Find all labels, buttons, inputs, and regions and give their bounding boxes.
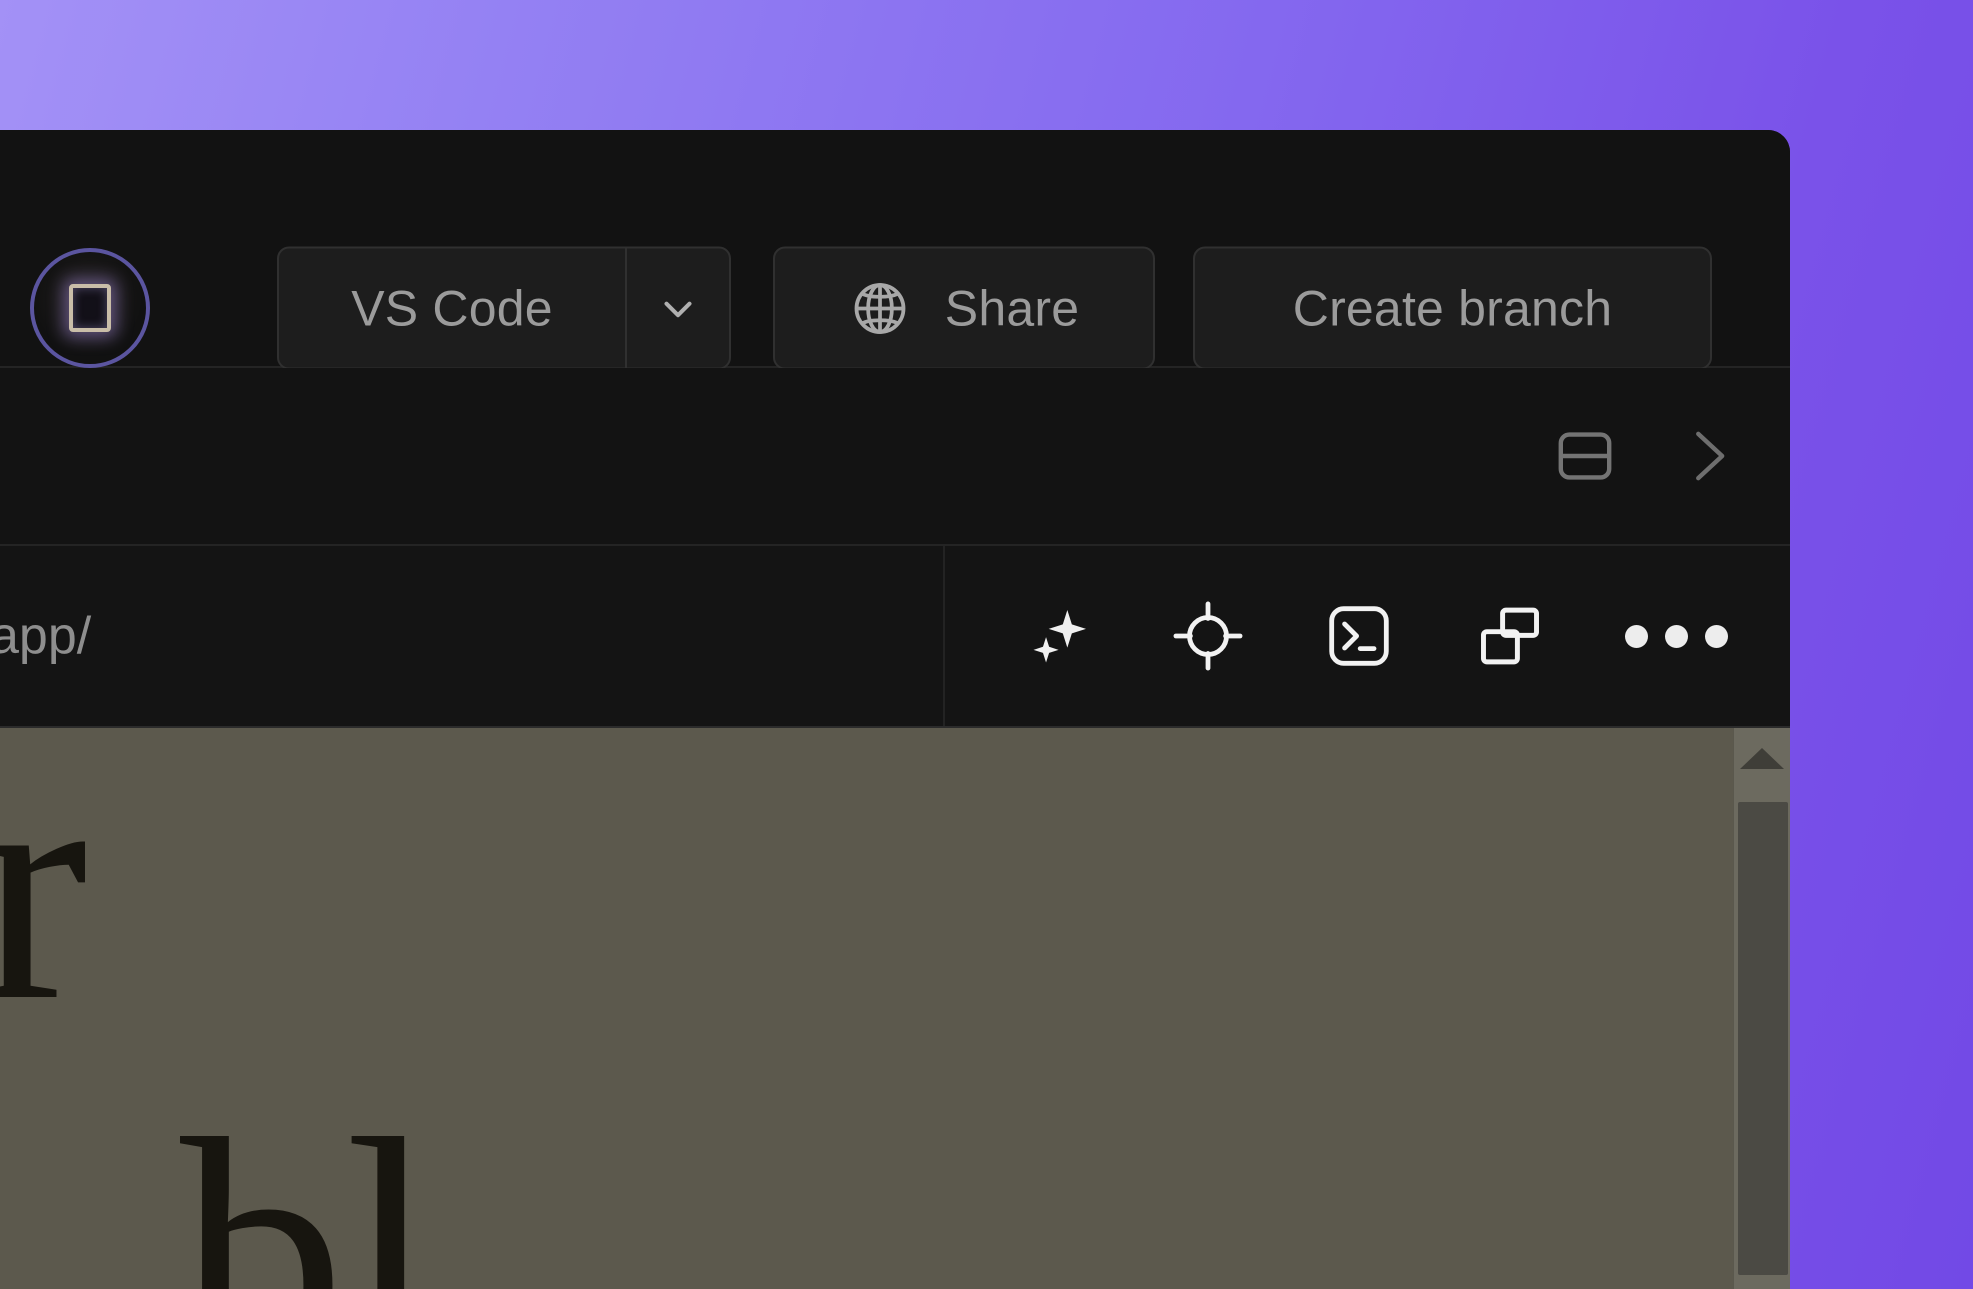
scrollbar-thumb[interactable] — [1738, 802, 1788, 1275]
copy-windows-icon — [1481, 607, 1539, 665]
terminal-button[interactable] — [1323, 600, 1395, 672]
chevron-down-icon — [664, 301, 692, 317]
breadcrumb: app/ — [0, 607, 92, 665]
top-toolbar: VS Code Share Create branch — [0, 130, 1790, 370]
split-panel-icon — [1558, 432, 1612, 480]
more-options-icon — [1625, 624, 1728, 648]
environment-selector-caret[interactable] — [627, 285, 729, 331]
secondary-toolbar — [0, 368, 1790, 546]
environment-selector[interactable]: VS Code — [277, 246, 731, 370]
sparkles-button[interactable] — [1023, 601, 1093, 671]
breadcrumb-area[interactable]: app/ — [0, 546, 945, 726]
secondary-toolbar-icons — [1552, 421, 1742, 491]
breadcrumb-toolbar: app/ — [0, 546, 1790, 728]
crosshair-icon — [1173, 601, 1243, 671]
share-button[interactable]: Share — [773, 246, 1155, 370]
chevron-right-icon — [1696, 431, 1725, 481]
editor-action-icons — [945, 546, 1790, 726]
create-branch-button[interactable]: Create branch — [1193, 246, 1712, 370]
expand-panel-button[interactable] — [1672, 421, 1742, 491]
app-window: VS Code Share Create branch app/ r bl — [0, 130, 1790, 1289]
content-text-line-2: bl — [180, 1090, 437, 1289]
globe-icon — [854, 282, 906, 334]
sparkles-icon — [1033, 610, 1086, 663]
more-options-button[interactable] — [1625, 624, 1728, 648]
copy-window-button[interactable] — [1473, 599, 1547, 673]
scrollbar-up-button[interactable] — [1734, 728, 1790, 788]
content-text-line-1: r — [0, 728, 88, 1069]
vertical-scrollbar[interactable] — [1733, 728, 1790, 1289]
editor-content-area[interactable]: r bl — [0, 728, 1790, 1289]
logo-square-glyph — [69, 284, 111, 332]
scroll-up-arrow-icon — [1740, 747, 1784, 769]
split-panel-button[interactable] — [1552, 423, 1618, 489]
create-branch-button-label: Create branch — [1292, 280, 1613, 336]
share-button-label: Share — [944, 280, 1080, 336]
app-logo-icon[interactable] — [30, 248, 150, 368]
locate-button[interactable] — [1171, 599, 1245, 673]
environment-selector-label: VS Code — [351, 280, 553, 336]
terminal-icon — [1329, 606, 1389, 666]
